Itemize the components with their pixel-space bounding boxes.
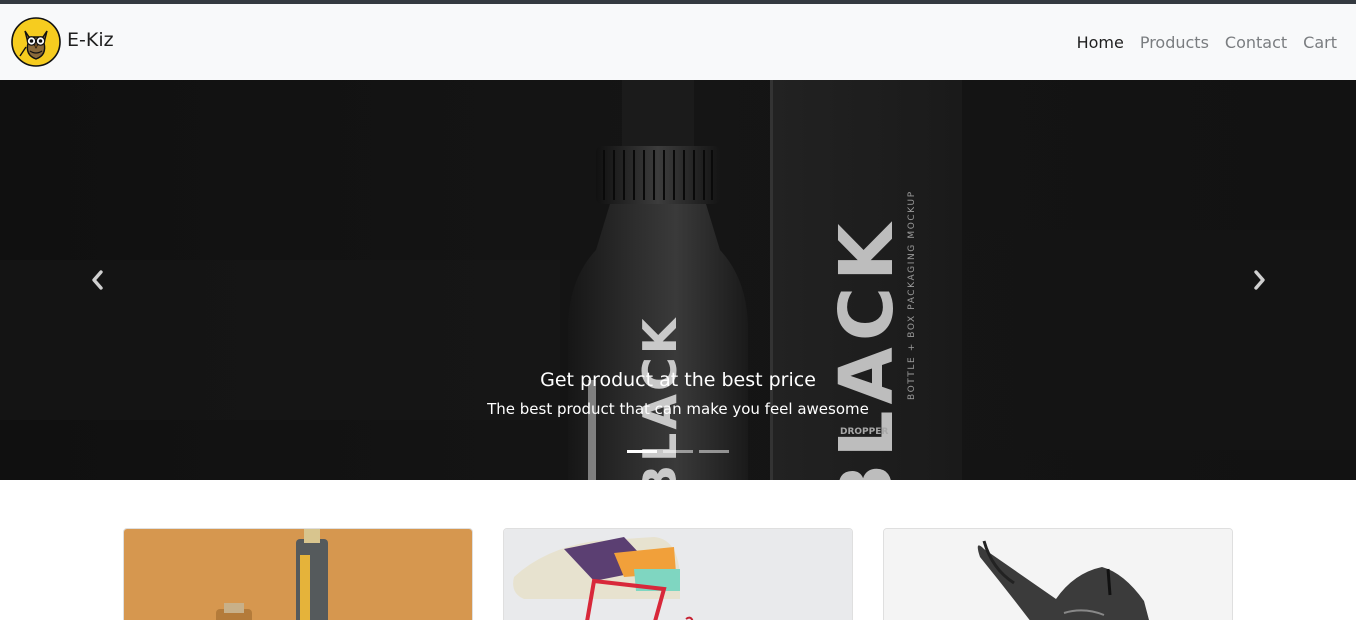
- chevron-right-icon: [1254, 270, 1265, 290]
- product-cards: [0, 528, 1356, 620]
- chevron-left-icon: [92, 270, 103, 290]
- brand-link[interactable]: E-Kiz: [11, 16, 114, 68]
- product-image-black-sneaker: [884, 529, 1232, 620]
- product-card-3[interactable]: [883, 528, 1233, 620]
- svg-text:BLACK: BLACK: [824, 218, 910, 480]
- slide-image: BLACK BOTTLE + BOX PACKAGING MOCKUP DROP…: [0, 80, 1356, 480]
- caption-text: The best product that can make you feel …: [487, 400, 869, 418]
- carousel-prev-button[interactable]: [74, 256, 122, 304]
- carousel-next-button[interactable]: [1235, 256, 1283, 304]
- main-nav: Home Products Contact Cart: [1061, 32, 1337, 54]
- carousel-caption: Get product at the best price The best p…: [0, 366, 1356, 420]
- carousel-indicator-3[interactable]: [699, 450, 729, 453]
- product-card-2[interactable]: [503, 528, 853, 620]
- svg-text:DROPPER: DROPPER: [840, 427, 888, 437]
- brand-name: E-Kiz: [67, 29, 114, 51]
- owl-logo-icon: [11, 17, 61, 67]
- carousel-indicator-2[interactable]: [663, 450, 693, 453]
- product-image-perfume: [124, 529, 472, 620]
- carousel-indicators: [627, 450, 735, 453]
- caption-title: Get product at the best price: [540, 369, 816, 391]
- product-card-1[interactable]: [123, 528, 473, 620]
- navbar: E-Kiz Home Products Contact Cart: [0, 4, 1356, 80]
- hero-carousel: BLACK BOTTLE + BOX PACKAGING MOCKUP DROP…: [0, 80, 1356, 480]
- nav-contact[interactable]: Contact: [1225, 32, 1287, 54]
- carousel-indicator-1[interactable]: [627, 450, 657, 453]
- nav-cart[interactable]: Cart: [1303, 32, 1337, 54]
- nav-products[interactable]: Products: [1140, 32, 1209, 54]
- product-image-colorful-sneaker: [504, 529, 852, 620]
- nav-home[interactable]: Home: [1077, 32, 1124, 54]
